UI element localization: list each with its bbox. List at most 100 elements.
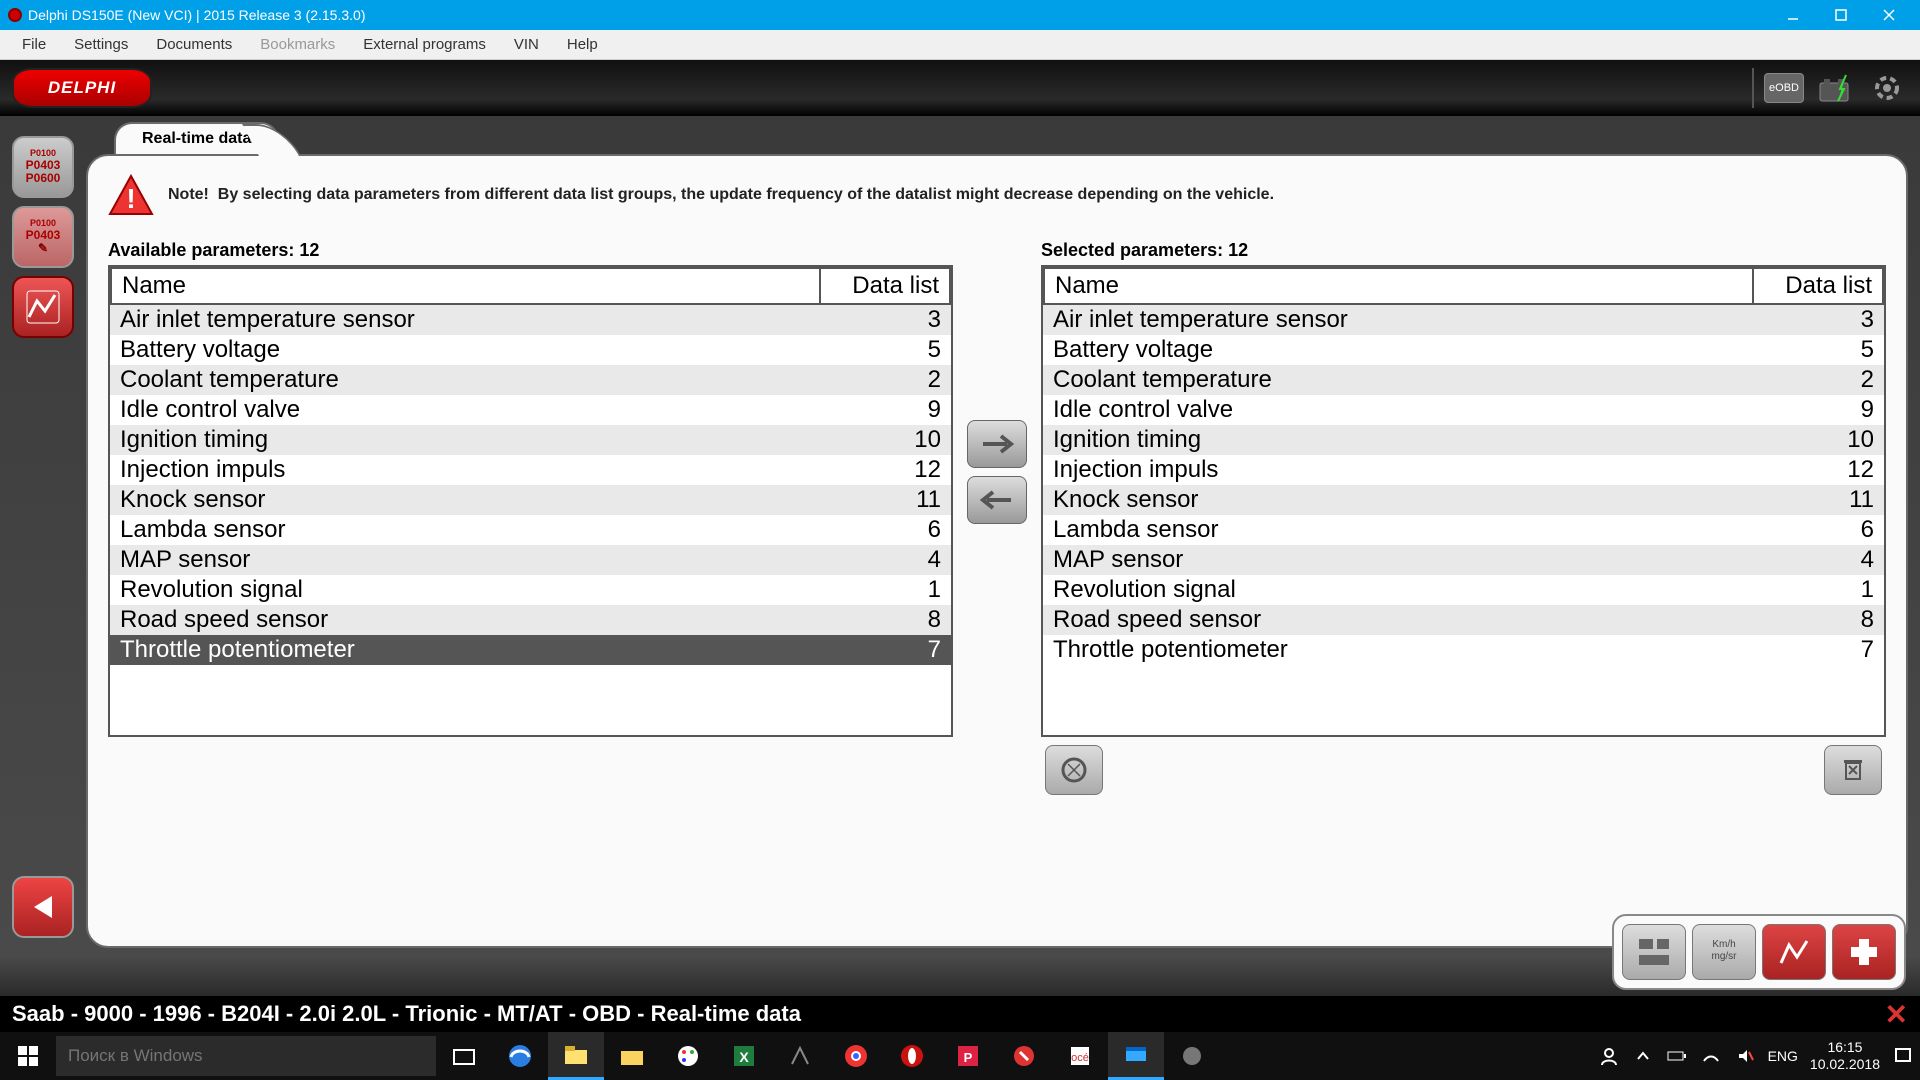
table-row[interactable]: Revolution signal1 [1043,575,1884,605]
table-row[interactable]: Knock sensor11 [110,485,951,515]
sidebar-dtc-erase-button[interactable]: P0100 P0403 ✎ [12,206,74,268]
record-button[interactable] [1832,924,1896,980]
table-row[interactable]: Idle control valve9 [1043,395,1884,425]
search-input[interactable] [56,1036,436,1076]
table-row[interactable]: Throttle potentiometer7 [110,635,951,665]
people-icon[interactable] [1598,1045,1620,1067]
battery-tray-icon[interactable] [1666,1045,1688,1067]
paint-icon[interactable] [660,1032,716,1080]
breadcrumb-close-icon[interactable]: ✕ [1885,998,1908,1031]
excel-icon[interactable]: X [716,1032,772,1080]
svg-text:Km/h: Km/h [1712,939,1735,950]
table-row[interactable]: Ignition timing10 [110,425,951,455]
note-row: ! Note! By selecting data parameters fro… [108,172,1886,218]
powerpoint-icon[interactable]: P [940,1032,996,1080]
svg-text:X: X [739,1049,749,1065]
notifications-icon[interactable] [1892,1045,1914,1067]
folder-icon[interactable] [604,1032,660,1080]
app-icon-1[interactable] [772,1032,828,1080]
system-tray: ENG 16:15 10.02.2018 [1598,1039,1920,1073]
opera-icon[interactable] [884,1032,940,1080]
bottom-toolbar: Km/hmg/sr [0,956,1920,996]
menu-settings[interactable]: Settings [60,32,142,57]
explorer-icon[interactable] [548,1032,604,1080]
task-view-icon[interactable] [436,1032,492,1080]
graph-button[interactable] [1762,924,1826,980]
menu-file[interactable]: File [8,32,60,57]
table-row[interactable]: Air inlet temperature sensor3 [110,305,951,335]
warning-icon: ! [108,172,154,218]
app-icon-3[interactable]: océ [1052,1032,1108,1080]
app-icon-2[interactable] [996,1032,1052,1080]
app-header: DELPHI eOBD [0,60,1920,116]
table-row[interactable]: Air inlet temperature sensor3 [1043,305,1884,335]
available-parameters-panel: Available parameters: 12 Name Data list … [108,240,953,737]
title-bar: Delphi DS150E (New VCI) | 2015 Release 3… [0,0,1920,30]
edge-icon[interactable] [492,1032,548,1080]
menu-external-programs[interactable]: External programs [349,32,500,57]
volume-icon[interactable] [1734,1045,1756,1067]
table-row[interactable]: Revolution signal1 [110,575,951,605]
table-row[interactable]: Knock sensor11 [1043,485,1884,515]
col-name[interactable]: Name [1044,268,1753,304]
chrome-icon[interactable] [828,1032,884,1080]
table-row[interactable]: Road speed sensor8 [1043,605,1884,635]
col-name[interactable]: Name [111,268,820,304]
app-icon [8,8,22,22]
svg-text:mg/sr: mg/sr [1712,951,1738,962]
breadcrumb-bar: Saab - 9000 - 1996 - B204I - 2.0i 2.0L -… [0,996,1920,1032]
sidebar-dtc-button[interactable]: P0100 P0403 P0600 [12,136,74,198]
clear-button[interactable] [1824,745,1882,795]
table-row[interactable]: Coolant temperature2 [1043,365,1884,395]
units-button[interactable]: Km/hmg/sr [1692,924,1756,980]
table-row[interactable]: Battery voltage5 [1043,335,1884,365]
battery-icon[interactable] [1814,70,1856,106]
settings-icon[interactable] [1866,67,1908,109]
menu-vin[interactable]: VIN [500,32,553,57]
delphi-app-icon[interactable] [1108,1032,1164,1080]
available-table[interactable]: Name Data list Air inlet temperature sen… [108,265,953,737]
col-datalist[interactable]: Data list [1753,268,1883,304]
menu-help[interactable]: Help [553,32,612,57]
language-indicator[interactable]: ENG [1768,1048,1798,1064]
selected-label: Selected parameters: 12 [1041,240,1886,261]
minimize-button[interactable] [1770,1,1816,29]
table-row[interactable]: MAP sensor4 [110,545,951,575]
table-row[interactable]: Injection impuls12 [110,455,951,485]
main-area: P0100 P0403 P0600 P0100 P0403 ✎ Real-tim… [0,116,1920,956]
selected-table[interactable]: Name Data list Air inlet temperature sen… [1041,265,1886,737]
table-row[interactable]: MAP sensor4 [1043,545,1884,575]
col-datalist[interactable]: Data list [820,268,950,304]
tray-chevron-icon[interactable] [1632,1045,1654,1067]
table-row[interactable]: Lambda sensor6 [110,515,951,545]
svg-text:!: ! [126,183,135,214]
clock[interactable]: 16:15 10.02.2018 [1810,1039,1880,1073]
select-all-button[interactable] [1045,745,1103,795]
table-row[interactable]: Ignition timing10 [1043,425,1884,455]
brand-logo: DELPHI [12,68,152,108]
left-sidebar: P0100 P0403 P0600 P0100 P0403 ✎ [0,116,86,956]
table-row[interactable]: Road speed sensor8 [110,605,951,635]
table-row[interactable]: Coolant temperature2 [110,365,951,395]
eobd-button[interactable]: eOBD [1764,73,1804,103]
close-button[interactable] [1866,1,1912,29]
available-label: Available parameters: 12 [108,240,953,261]
add-button[interactable] [967,420,1027,468]
menu-bar: FileSettingsDocumentsBookmarksExternal p… [0,30,1920,60]
table-row[interactable]: Lambda sensor6 [1043,515,1884,545]
network-icon[interactable] [1700,1045,1722,1067]
note-text: Note! By selecting data parameters from … [168,186,1274,204]
start-button[interactable] [0,1032,56,1080]
table-row[interactable]: Injection impuls12 [1043,455,1884,485]
selected-parameters-panel: Selected parameters: 12 Name Data list A… [1041,240,1886,795]
app-icon-4[interactable] [1164,1032,1220,1080]
back-button[interactable] [12,876,74,938]
menu-documents[interactable]: Documents [142,32,246,57]
sidebar-realtime-button[interactable] [12,276,74,338]
maximize-button[interactable] [1818,1,1864,29]
table-row[interactable]: Throttle potentiometer7 [1043,635,1884,665]
remove-button[interactable] [967,476,1027,524]
table-row[interactable]: Idle control valve9 [110,395,951,425]
table-row[interactable]: Battery voltage5 [110,335,951,365]
layout-button[interactable] [1622,924,1686,980]
